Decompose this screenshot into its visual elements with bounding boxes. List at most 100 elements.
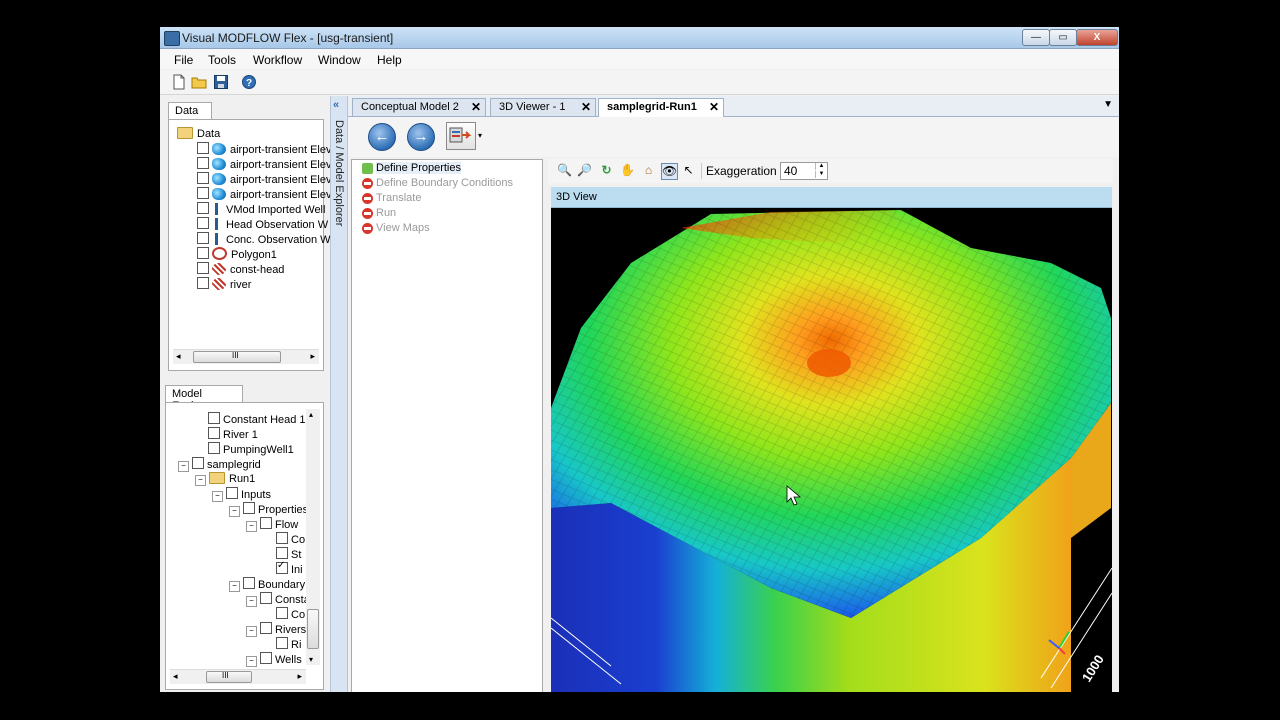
data-model-explorer-sidebar[interactable]: « Data / Model Explorer	[330, 96, 348, 692]
workflow-dropdown-icon[interactable]: ▾	[478, 131, 482, 140]
model-tree-item[interactable]: Constant Head 1	[195, 412, 306, 427]
checkbox[interactable]	[243, 502, 255, 514]
checkbox[interactable]	[208, 412, 220, 424]
model-tree-item[interactable]: Ri	[263, 637, 301, 652]
tab-3d-viewer-1[interactable]: 3D Viewer - 1 ✕	[490, 98, 596, 116]
forward-button[interactable]: →	[407, 123, 435, 151]
checkbox[interactable]	[208, 427, 220, 439]
workflow-menu-button[interactable]	[446, 122, 476, 150]
checkbox[interactable]	[243, 577, 255, 589]
tab-samplegrid-run1[interactable]: samplegrid-Run1 ✕	[598, 98, 724, 117]
data-tree-item[interactable]: Head Observation W	[197, 217, 328, 232]
model-tree-item[interactable]: Co	[263, 532, 305, 547]
spinner-down-icon[interactable]: ▼	[815, 171, 827, 178]
data-tree-item[interactable]: airport-transient Elev	[197, 172, 332, 187]
close-button[interactable]: X	[1076, 29, 1118, 46]
collapse-toggle-icon[interactable]: −	[229, 506, 240, 517]
data-tree-item[interactable]: river	[197, 277, 251, 292]
menu-workflow[interactable]: Workflow	[253, 53, 302, 67]
tab-list-dropdown-icon[interactable]: ▼	[1103, 99, 1113, 110]
model-tree-item[interactable]: − Boundary C	[229, 577, 316, 592]
checkbox[interactable]	[197, 232, 209, 244]
data-scroll-thumb[interactable]: III	[193, 351, 281, 363]
checkbox[interactable]	[192, 457, 204, 469]
collapse-toggle-icon[interactable]: −	[178, 461, 189, 472]
tab-data[interactable]: Data	[168, 102, 212, 120]
model-tree-item[interactable]: − Inputs	[212, 487, 271, 502]
model-explorer-horizontal-scrollbar[interactable]: ◂ III ▸	[170, 669, 306, 684]
checkbox[interactable]	[276, 637, 288, 649]
model-tree-item[interactable]: − Wells	[246, 652, 302, 667]
checkbox[interactable]	[197, 277, 209, 289]
collapse-toggle-icon[interactable]: −	[246, 656, 257, 667]
scroll-left-icon[interactable]: ◂	[173, 671, 178, 682]
scroll-up-icon[interactable]: ▴	[309, 410, 313, 419]
checkbox[interactable]	[197, 172, 209, 184]
data-horizontal-scrollbar[interactable]: ◂ III ▸	[173, 349, 319, 364]
checkbox[interactable]	[276, 607, 288, 619]
model-tree-item[interactable]: − Run1	[195, 472, 255, 487]
checkbox[interactable]	[208, 442, 220, 454]
model-tree-item[interactable]: River 1	[195, 427, 258, 442]
model-explorer-vscroll-thumb[interactable]	[307, 609, 319, 649]
data-tree-item[interactable]: airport-transient Elev	[197, 142, 332, 157]
title-bar[interactable]: Visual MODFLOW Flex - [usg-transient] — …	[160, 27, 1119, 49]
help-icon[interactable]: ?	[241, 74, 257, 90]
checkbox[interactable]	[260, 517, 272, 529]
3d-surface-render[interactable]: 1000 Y	[551, 208, 1112, 692]
data-tree-item[interactable]: airport-transient Elev	[197, 187, 332, 202]
model-tree-item[interactable]: − Rivers	[246, 622, 306, 637]
checkbox[interactable]	[197, 142, 209, 154]
close-tab-icon[interactable]: ✕	[581, 100, 591, 114]
menu-file[interactable]: File	[174, 53, 193, 67]
spinner-up-icon[interactable]: ▲	[815, 163, 827, 170]
home-view-icon[interactable]: ⌂	[641, 163, 656, 178]
model-explorer-hscroll-thumb[interactable]: III	[206, 671, 252, 683]
save-icon[interactable]	[213, 74, 229, 90]
collapse-toggle-icon[interactable]: −	[229, 581, 240, 592]
select-pointer-icon[interactable]: ↖	[681, 163, 696, 178]
menu-help[interactable]: Help	[377, 53, 402, 67]
collapse-icon[interactable]: «	[333, 99, 339, 111]
workflow-step[interactable]: Define Properties	[362, 162, 461, 174]
scroll-down-icon[interactable]: ▾	[309, 655, 313, 664]
eye-view-icon[interactable]: 👁	[661, 163, 678, 180]
data-root[interactable]: Data	[177, 127, 220, 142]
scroll-right-icon[interactable]: ▸	[297, 671, 302, 682]
open-folder-icon[interactable]	[191, 74, 207, 90]
checkbox[interactable]	[197, 247, 209, 259]
new-file-icon[interactable]	[171, 74, 187, 90]
tab-conceptual-model-2[interactable]: Conceptual Model 2 ✕	[352, 98, 486, 116]
data-tree-item[interactable]: Conc. Observation W	[197, 232, 331, 247]
scroll-right-icon[interactable]: ▸	[310, 351, 315, 362]
checkbox[interactable]	[260, 622, 272, 634]
data-tree-item[interactable]: VMod Imported Well	[197, 202, 325, 217]
scroll-left-icon[interactable]: ◂	[176, 351, 181, 362]
model-tree-item[interactable]: − Flow	[246, 517, 298, 532]
model-explorer-vertical-scrollbar[interactable]: ▴ ▾	[306, 409, 320, 665]
collapse-toggle-icon[interactable]: −	[212, 491, 223, 502]
checkbox[interactable]	[197, 157, 209, 169]
3d-view-canvas[interactable]: 1000 Y	[551, 208, 1112, 692]
data-tree-item[interactable]: const-head	[197, 262, 284, 277]
workflow-step[interactable]: Translate	[362, 192, 421, 204]
collapse-toggle-icon[interactable]: −	[195, 475, 206, 486]
workflow-step[interactable]: Run	[362, 207, 396, 219]
close-tab-icon[interactable]: ✕	[709, 100, 719, 114]
tab-model-explorer[interactable]: Model Explorer	[165, 385, 243, 412]
pan-hand-icon[interactable]: ✋	[620, 163, 635, 178]
checkbox[interactable]	[197, 262, 209, 274]
maximize-button[interactable]: ▭	[1049, 29, 1077, 46]
minimize-button[interactable]: —	[1022, 29, 1050, 46]
model-tree-item[interactable]: PumpingWell1	[195, 442, 294, 457]
back-button[interactable]: ←	[368, 123, 396, 151]
zoom-in-icon[interactable]: 🔍	[557, 163, 572, 178]
model-tree-item[interactable]: Ini	[263, 560, 303, 577]
close-tab-icon[interactable]: ✕	[471, 100, 481, 114]
model-tree-item[interactable]: − Consta	[246, 592, 310, 607]
collapse-toggle-icon[interactable]: −	[246, 626, 257, 637]
checkbox[interactable]	[226, 487, 238, 499]
checkbox[interactable]	[260, 592, 272, 604]
model-tree-item[interactable]: Co	[263, 607, 305, 622]
collapse-toggle-icon[interactable]: −	[246, 521, 257, 532]
